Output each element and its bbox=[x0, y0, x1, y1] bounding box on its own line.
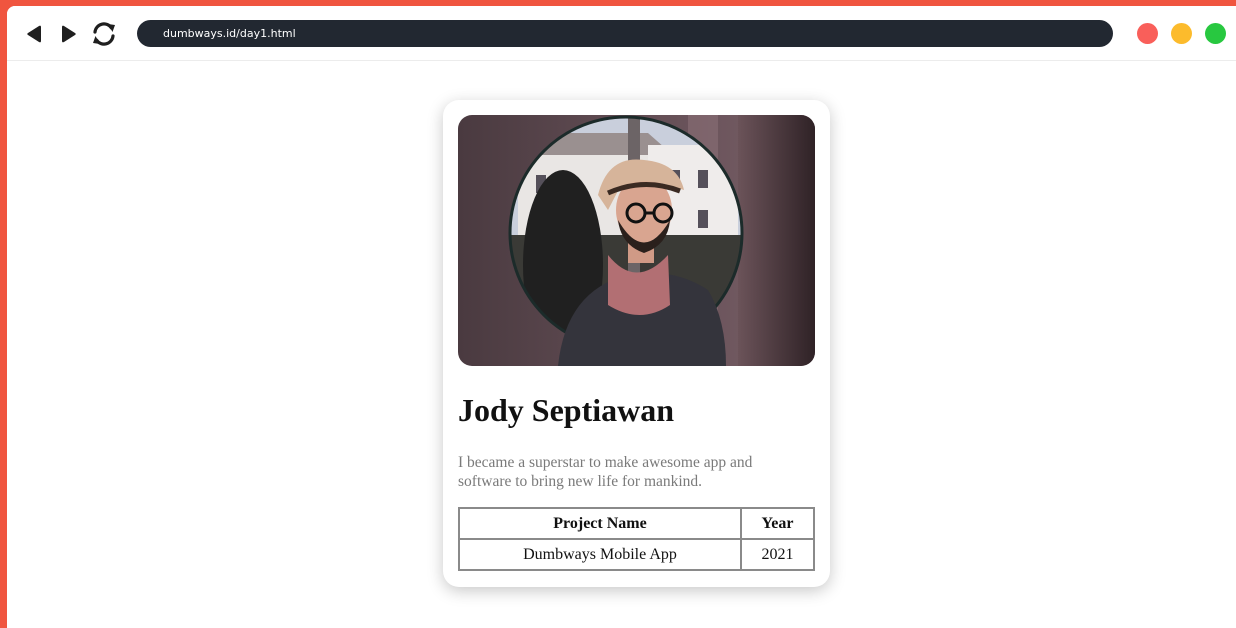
profile-name: Jody Septiawan bbox=[458, 392, 675, 428]
browser-window: dumbways.id/day1.html Jody Septiawan I b… bbox=[7, 6, 1236, 628]
minimize-window-button[interactable] bbox=[1171, 23, 1192, 44]
browser-toolbar: dumbways.id/day1.html bbox=[7, 6, 1236, 61]
profile-bio: I became a superstar to make awesome app… bbox=[458, 454, 753, 490]
profile-card: Jody Septiawan I became a superstar to m… bbox=[443, 100, 830, 587]
header-year: Year bbox=[741, 508, 814, 539]
cell-year: 2021 bbox=[741, 539, 814, 570]
header-project-name: Project Name bbox=[459, 508, 741, 539]
cell-project-name: Dumbways Mobile App bbox=[459, 539, 741, 570]
table-row: Dumbways Mobile App 2021 bbox=[459, 539, 814, 570]
table-header-row: Project Name Year bbox=[459, 508, 814, 539]
forward-arrow-icon[interactable] bbox=[58, 23, 80, 45]
back-arrow-icon[interactable] bbox=[23, 23, 45, 45]
projects-table: Project Name Year Dumbways Mobile App 20… bbox=[458, 507, 815, 571]
maximize-window-button[interactable] bbox=[1205, 23, 1226, 44]
address-bar[interactable]: dumbways.id/day1.html bbox=[137, 20, 1113, 47]
profile-photo bbox=[458, 115, 815, 366]
reload-icon[interactable] bbox=[90, 21, 118, 47]
close-window-button[interactable] bbox=[1137, 23, 1158, 44]
